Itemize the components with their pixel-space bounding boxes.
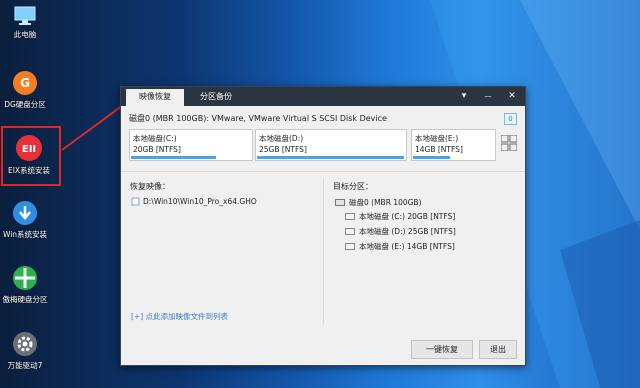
- gear-icon: [13, 332, 37, 356]
- image-file-item[interactable]: D:\Win10\Win10_Pro_x64.GHO: [131, 197, 257, 206]
- dg-partition-icon: G: [13, 71, 37, 95]
- svg-text:G: G: [20, 76, 30, 90]
- image-path: D:\Win10\Win10_Pro_x64.GHO: [143, 197, 257, 206]
- disk-title: 磁盘0 (MBR 100GB): VMware, VMware Virtual …: [129, 114, 387, 123]
- desktop-icon-label: 此电脑: [13, 30, 37, 39]
- partition-usage-bar: [131, 156, 217, 159]
- desktop-icon-driver[interactable]: 万能驱动7: [0, 331, 50, 371]
- desktop-icon-dg-partition[interactable]: G DG硬盘分区: [0, 70, 50, 110]
- tree-partition-c[interactable]: 本地磁盘 (C:) 20GB [NTFS]: [345, 211, 455, 222]
- tab-partition-backup[interactable]: 分区备份: [187, 87, 245, 106]
- tree-label: 磁盘0 (MBR 100GB): [349, 198, 422, 207]
- tree-partition-d[interactable]: 本地磁盘 (D:) 25GB [NTFS]: [345, 226, 456, 237]
- highlight-box: [1, 126, 61, 186]
- partition-name: 本地磁盘(D:): [259, 134, 304, 143]
- this-pc-icon: [14, 6, 36, 25]
- download-arrow-icon: [13, 201, 37, 225]
- tree-label: 本地磁盘 (E:) 14GB [NTFS]: [359, 242, 455, 251]
- file-icon: [131, 197, 140, 206]
- divider: [121, 171, 525, 172]
- restore-window: 映像恢复 分区备份 ▾ — ✕ 磁盘0 (MBR 100GB): VMware,…: [120, 86, 526, 366]
- minimize-button[interactable]: —: [479, 87, 497, 106]
- desktop-icon-label: 傲梅硬盘分区: [2, 295, 48, 304]
- restore-image-label: 恢复映像：: [130, 182, 170, 191]
- tree-disk-root[interactable]: 磁盘0 (MBR 100GB): [335, 197, 422, 208]
- pane-divider: [323, 179, 324, 324]
- view-toggle-icon[interactable]: [501, 135, 517, 151]
- partition-icon: [345, 228, 355, 235]
- partition-name: 本地磁盘(C:): [133, 134, 177, 143]
- desktop-icon-label: DG硬盘分区: [4, 100, 46, 109]
- disk-icon: [335, 199, 345, 206]
- disk-number-badge: 0: [504, 113, 517, 125]
- partition-name: 本地磁盘(E:): [415, 134, 459, 143]
- add-image-link[interactable]: [+] 点此添加映像文件到列表: [131, 311, 228, 322]
- title-bar: 映像恢复 分区备份 ▾ — ✕: [121, 87, 525, 106]
- partition-usage-bar: [413, 156, 451, 159]
- tree-label: 本地磁盘 (C:) 20GB [NTFS]: [359, 212, 456, 221]
- disk-partition-icon: [13, 266, 37, 290]
- partition-icon: [345, 243, 355, 250]
- partition-size: 14GB [NTFS]: [415, 145, 463, 154]
- desktop-icon-this-pc[interactable]: 此电脑: [0, 6, 50, 40]
- partition-size: 25GB [NTFS]: [259, 145, 307, 154]
- partition-card-e[interactable]: 本地磁盘(E:) 14GB [NTFS]: [411, 129, 496, 161]
- partition-size: 20GB [NTFS]: [133, 145, 181, 154]
- target-partition-label: 目标分区：: [333, 182, 373, 191]
- close-button[interactable]: ✕: [503, 87, 521, 106]
- tree-partition-e[interactable]: 本地磁盘 (E:) 14GB [NTFS]: [345, 241, 455, 252]
- desktop-icon-label: Win系统安装: [2, 230, 48, 239]
- exit-button[interactable]: 退出: [479, 340, 517, 359]
- partition-usage-bar: [257, 156, 404, 159]
- one-click-restore-button[interactable]: 一键恢复: [411, 340, 473, 359]
- partition-icon: [345, 213, 355, 220]
- menu-dropdown-icon[interactable]: ▾: [455, 87, 473, 106]
- desktop-icon-win-install[interactable]: Win系统安装: [0, 200, 50, 240]
- tab-image-restore[interactable]: 映像恢复: [126, 89, 184, 106]
- partition-card-d[interactable]: 本地磁盘(D:) 25GB [NTFS]: [255, 129, 407, 161]
- desktop-icon-label: 万能驱动7: [7, 361, 43, 370]
- tree-label: 本地磁盘 (D:) 25GB [NTFS]: [359, 227, 456, 236]
- partition-card-c[interactable]: 本地磁盘(C:) 20GB [NTFS]: [129, 129, 253, 161]
- desktop-icon-disk-partition[interactable]: 傲梅硬盘分区: [0, 265, 50, 305]
